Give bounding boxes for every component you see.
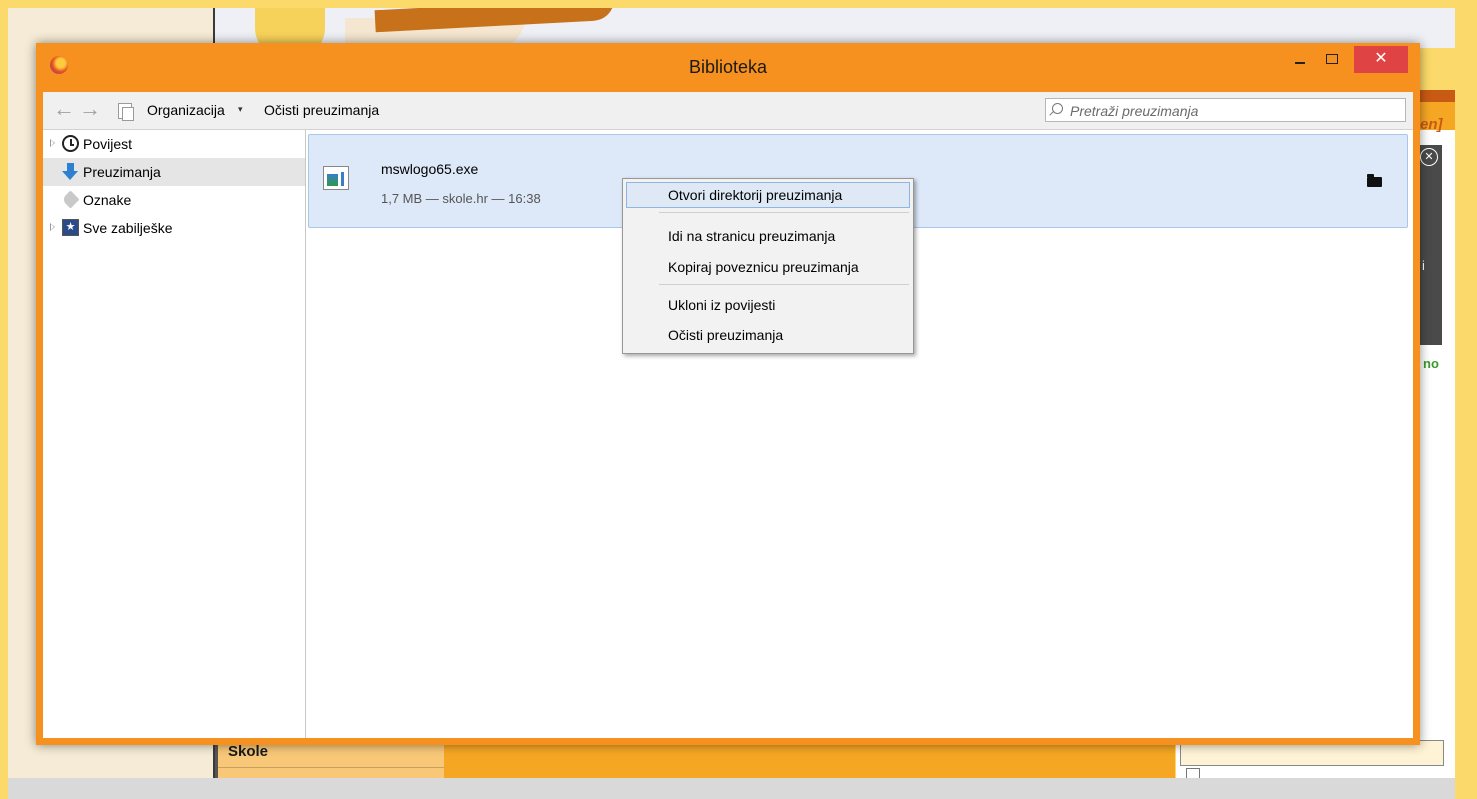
close-button[interactable]: ✕	[1354, 46, 1408, 73]
maximize-button[interactable]	[1318, 46, 1346, 73]
sidebar-item-label: Oznake	[83, 192, 132, 208]
expand-twisty-icon[interactable]	[50, 223, 55, 231]
organize-menu-button[interactable]: Organizacija	[147, 102, 225, 118]
hero-glass-shape	[255, 8, 325, 48]
library-toolbar: ← → Organizacija ▾ Očisti preuzimanja	[43, 92, 1413, 130]
background-close-icon[interactable]: ✕	[1420, 148, 1438, 166]
download-icon	[62, 163, 79, 180]
title-bar[interactable]: Biblioteka ✕	[36, 43, 1420, 92]
menu-item-go-to-download-page[interactable]: Idi na stranicu preuzimanja	[626, 223, 910, 249]
background-hero-image	[215, 8, 1455, 48]
menu-item-label: Idi na stranicu preuzimanja	[668, 228, 836, 244]
organize-dropdown-caret-icon[interactable]: ▾	[238, 104, 243, 115]
menu-separator	[659, 212, 909, 213]
library-sidebar: Povijest Preuzimanja Oznake ★ Sve zabilj…	[43, 130, 306, 738]
sidebar-item-all-bookmarks[interactable]: ★ Sve zabilješke	[43, 214, 305, 242]
background-status-bar	[8, 778, 1455, 799]
menu-separator	[659, 284, 909, 285]
menu-item-label: Otvori direktorij preuzimanja	[668, 187, 843, 203]
forward-arrow-icon[interactable]: →	[79, 96, 101, 122]
bookmarks-star-icon: ★	[62, 219, 79, 236]
menu-item-copy-download-link[interactable]: Kopiraj poveznicu preuzimanja	[626, 254, 910, 280]
menu-item-label: Kopiraj poveznicu preuzimanja	[668, 259, 859, 275]
background-skole-divider	[218, 767, 444, 768]
minimize-button[interactable]	[1286, 46, 1314, 73]
search-downloads-input[interactable]	[1068, 101, 1402, 121]
sidebar-item-tags[interactable]: Oznake	[43, 186, 305, 214]
maximize-icon	[1326, 54, 1338, 65]
download-filename: mswlogo65.exe	[381, 161, 479, 177]
background-skole-heading: Škole	[228, 743, 269, 760]
sidebar-item-label: Sve zabilješke	[83, 220, 173, 236]
sidebar-item-label: Povijest	[83, 136, 133, 152]
back-arrow-icon[interactable]: ←	[53, 96, 75, 122]
minimize-icon	[1295, 62, 1305, 65]
download-context-menu: Otvori direktorij preuzimanja Idi na str…	[622, 178, 914, 354]
sidebar-item-history[interactable]: Povijest	[43, 130, 305, 158]
close-icon: ✕	[1374, 50, 1388, 67]
download-details: 1,7 MB — skole.hr — 16:38	[381, 191, 541, 206]
clock-icon	[62, 135, 79, 152]
organize-label: Organizacija	[147, 102, 225, 118]
background-right-side-text: i	[1422, 258, 1425, 273]
background-right-green-text: no	[1423, 356, 1439, 371]
background-right-top-text: en]	[1420, 116, 1443, 133]
background-right-stripe	[1420, 90, 1455, 102]
clear-downloads-button[interactable]: Očisti preuzimanja	[264, 102, 379, 118]
sidebar-item-downloads[interactable]: Preuzimanja	[43, 158, 305, 186]
sidebar-item-label: Preuzimanja	[83, 164, 161, 180]
library-window: Biblioteka ✕ ← → Organizacija ▾ Očisti p…	[36, 43, 1420, 745]
search-icon	[1052, 103, 1063, 114]
folder-icon[interactable]	[1367, 173, 1383, 189]
window-title: Biblioteka	[688, 57, 768, 77]
background-right-dark-box	[1420, 145, 1442, 345]
menu-item-open-download-folder[interactable]: Otvori direktorij preuzimanja	[626, 182, 910, 208]
organize-icon[interactable]	[118, 103, 134, 121]
menu-item-label: Očisti preuzimanja	[668, 327, 784, 343]
background-right-panel	[1420, 130, 1455, 730]
search-downloads-box[interactable]	[1045, 98, 1406, 122]
exe-file-icon	[323, 166, 349, 190]
background-skole-section[interactable]: Škole	[215, 743, 444, 778]
menu-item-remove-from-history[interactable]: Ukloni iz povijesti	[626, 292, 910, 318]
expand-twisty-icon[interactable]	[50, 139, 55, 147]
menu-item-label: Ukloni iz povijesti	[668, 297, 776, 313]
tag-icon	[61, 190, 80, 209]
menu-item-clear-downloads[interactable]: Očisti preuzimanja	[626, 322, 910, 348]
